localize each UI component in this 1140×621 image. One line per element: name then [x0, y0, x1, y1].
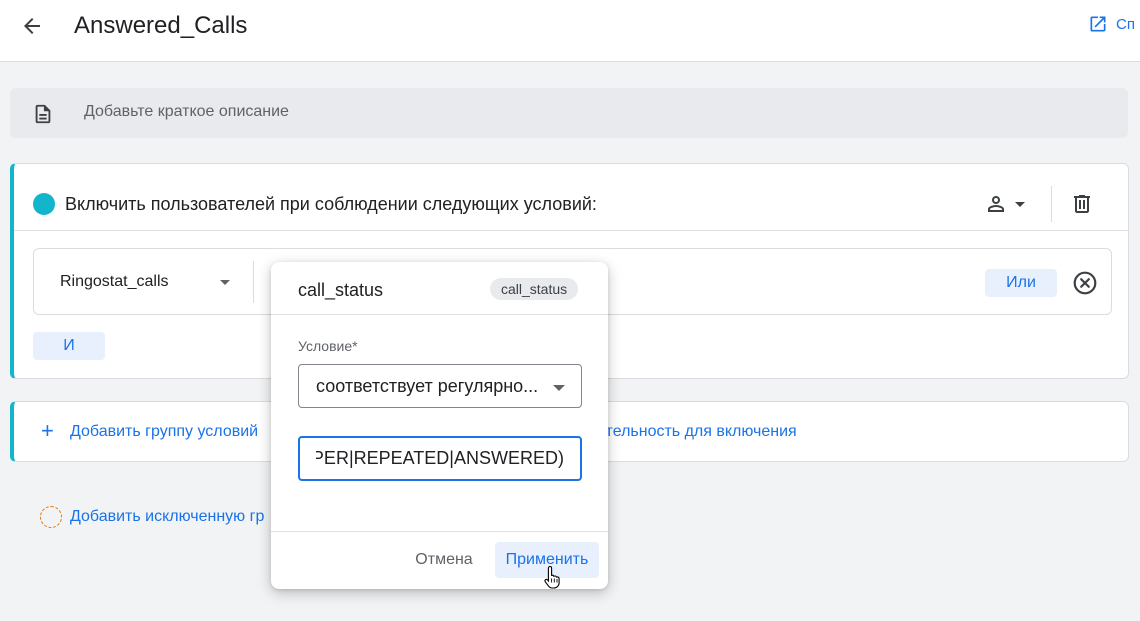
description-placeholder: Добавьте краткое описание	[84, 103, 289, 120]
divider	[271, 531, 608, 532]
divider	[1051, 186, 1052, 222]
arrow-left-icon[interactable]	[20, 14, 44, 38]
close-circle-icon[interactable]	[1072, 270, 1098, 296]
page-title: Answered_Calls	[74, 12, 248, 39]
open-in-new-label: Сп	[1116, 15, 1135, 33]
condition-label: Условие*	[298, 338, 358, 354]
top-bar: Answered_Calls Сп	[0, 0, 1140, 62]
include-group-title: Включить пользователей при соблюдении сл…	[65, 194, 597, 214]
open-in-new-icon	[1090, 16, 1106, 32]
condition-select[interactable]: соответствует регулярно...	[298, 364, 582, 408]
chevron-down-icon	[553, 385, 565, 391]
add-sequence-link[interactable]: ательность для включения	[597, 423, 797, 441]
open-in-new-link[interactable]: Сп	[1088, 14, 1135, 34]
description-bar[interactable]: Добавьте краткое описание	[10, 88, 1128, 138]
divider	[253, 261, 254, 303]
condition-select-value: соответствует регулярно...	[316, 376, 539, 396]
regex-value-input[interactable]	[298, 436, 582, 481]
add-condition-group-link[interactable]: Добавить группу условий	[70, 423, 258, 441]
hand-pointer-icon	[544, 565, 560, 589]
plus-icon: +	[41, 418, 54, 443]
add-excluded-group[interactable]: Добавить исключенную гр	[40, 506, 264, 528]
include-indicator	[33, 193, 55, 215]
cancel-button[interactable]: Отмена	[406, 542, 482, 578]
person-icon	[988, 196, 1004, 212]
document-icon	[35, 104, 51, 124]
dimension-select[interactable]: Ringostat_calls	[60, 273, 169, 291]
condition-popup: call_status call_status Условие* соответ…	[271, 262, 608, 589]
scope-dropdown[interactable]	[984, 192, 1032, 216]
chevron-down-icon	[1015, 202, 1025, 207]
divider	[271, 314, 608, 315]
popup-title: call_status	[298, 280, 384, 300]
and-button[interactable]: И	[33, 332, 105, 360]
dashed-circle-icon	[40, 506, 62, 528]
divider	[14, 230, 1129, 231]
dimension-chip: call_status	[490, 278, 579, 300]
or-button[interactable]: Или	[985, 269, 1057, 297]
trash-icon[interactable]	[1070, 192, 1094, 216]
chevron-down-icon[interactable]	[220, 280, 230, 285]
add-excluded-label: Добавить исключенную гр	[70, 508, 265, 525]
